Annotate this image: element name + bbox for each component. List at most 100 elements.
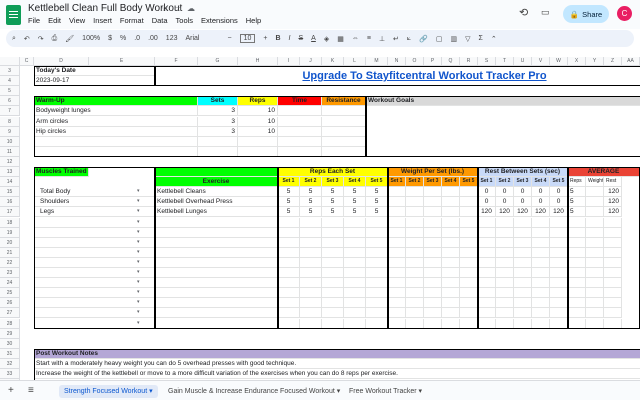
menu-format[interactable]: Format (120, 16, 144, 25)
row-header[interactable]: 11 (0, 146, 20, 157)
row-header[interactable]: 25 (0, 288, 20, 299)
paint-format-icon[interactable]: 🖌 (65, 35, 74, 43)
row-header[interactable]: 15 (0, 187, 20, 198)
percent-button[interactable]: % (120, 35, 126, 42)
column-header[interactable]: F (155, 57, 198, 66)
row-header[interactable]: 9 (0, 126, 20, 137)
column-header[interactable]: U (514, 57, 532, 66)
row-header[interactable]: 19 (0, 227, 20, 238)
menu-insert[interactable]: Insert (93, 16, 112, 25)
collapse-toolbar-icon[interactable]: ⌃ (491, 35, 497, 43)
upgrade-banner-link[interactable]: Upgrade To Stayfitcentral Workout Tracke… (155, 71, 640, 84)
italic-icon[interactable]: I (289, 35, 291, 42)
meet-icon[interactable]: ▭ (541, 7, 550, 18)
row-header[interactable]: 23 (0, 268, 20, 279)
menu-extensions[interactable]: Extensions (201, 16, 238, 25)
column-header[interactable]: C (20, 57, 34, 66)
row-header[interactable]: 26 (0, 298, 20, 309)
column-header[interactable]: W (550, 57, 568, 66)
font-select[interactable]: Arial (185, 35, 219, 42)
menu-tools[interactable]: Tools (176, 16, 194, 25)
wrap-icon[interactable]: ↵ (393, 35, 399, 43)
sheets-logo-icon[interactable] (6, 5, 21, 25)
column-header[interactable]: V (532, 57, 550, 66)
row-header[interactable]: 29 (0, 328, 20, 339)
decrease-decimal-button[interactable]: .0 (134, 35, 140, 42)
row-header[interactable]: 33 (0, 369, 20, 380)
menu-view[interactable]: View (69, 16, 85, 25)
move-folder-icon[interactable]: ▭ (174, 4, 182, 13)
function-icon[interactable]: Σ (478, 35, 482, 42)
tab-free-tracker[interactable]: Free Workout Tracker ▾ (344, 385, 427, 398)
column-header[interactable]: H (238, 57, 278, 66)
borders-icon[interactable]: ▦ (337, 35, 344, 43)
column-header[interactable]: K (322, 57, 344, 66)
font-size-decrease-icon[interactable]: − (227, 35, 231, 42)
filter-icon[interactable]: ▽ (465, 35, 470, 43)
column-header[interactable]: R (460, 57, 478, 66)
redo-icon[interactable]: ↷ (38, 35, 44, 43)
avatar[interactable]: C (617, 6, 632, 21)
row-header[interactable]: 13 (0, 167, 20, 178)
row-header[interactable]: 6 (0, 96, 20, 107)
column-header[interactable]: T (496, 57, 514, 66)
row-header[interactable]: 22 (0, 257, 20, 268)
column-header[interactable]: O (406, 57, 424, 66)
cloud-status-icon[interactable]: ☁ (187, 4, 195, 13)
row-header[interactable]: 12 (0, 156, 20, 167)
column-header[interactable]: G (198, 57, 238, 66)
fill-color-icon[interactable]: ◈ (324, 35, 329, 43)
row-header[interactable]: 31 (0, 348, 20, 359)
row-header[interactable]: 16 (0, 197, 20, 208)
tab-strength-focused[interactable]: Strength Focused Workout ▾ (59, 385, 158, 398)
column-header[interactable]: D (34, 57, 89, 66)
row-header[interactable]: 14 (0, 177, 20, 188)
row-header[interactable]: 10 (0, 136, 20, 147)
row-header[interactable]: 20 (0, 237, 20, 248)
column-header[interactable]: X (568, 57, 586, 66)
zoom-select[interactable]: 100% (82, 35, 100, 42)
column-header[interactable]: P (424, 57, 442, 66)
strikethrough-icon[interactable]: S (298, 35, 303, 42)
row-header[interactable]: 32 (0, 358, 20, 369)
row-header[interactable]: 4 (0, 76, 20, 87)
select-all-corner[interactable] (0, 57, 20, 66)
row-header[interactable]: 28 (0, 318, 20, 329)
valign-icon[interactable]: ⊥ (379, 35, 385, 43)
text-color-icon[interactable]: A (311, 35, 316, 42)
row-header[interactable]: 21 (0, 247, 20, 258)
rotate-icon[interactable]: ⟀ (407, 35, 411, 43)
all-sheets-icon[interactable]: ≡ (28, 385, 34, 396)
column-header[interactable]: Q (442, 57, 460, 66)
formula-bar[interactable] (0, 48, 640, 57)
merge-cells-icon[interactable]: ⇔ (352, 35, 359, 42)
row-header[interactable]: 7 (0, 106, 20, 117)
comment-icon[interactable]: ▢ (436, 35, 443, 43)
column-header[interactable]: Z (604, 57, 622, 66)
increase-decimal-button[interactable]: .00 (148, 35, 158, 42)
menu-data[interactable]: Data (152, 16, 168, 25)
column-header[interactable]: L (344, 57, 366, 66)
menu-help[interactable]: Help (246, 16, 261, 25)
row-header[interactable]: 8 (0, 116, 20, 127)
chart-icon[interactable]: ▥ (450, 35, 457, 43)
link-icon[interactable]: 🔗 (419, 35, 428, 43)
column-header[interactable]: I (278, 57, 300, 66)
column-header[interactable]: M (366, 57, 388, 66)
row-header[interactable]: 5 (0, 86, 20, 97)
column-header[interactable]: S (478, 57, 496, 66)
menu-file[interactable]: File (28, 16, 40, 25)
font-size-increase-icon[interactable]: + (263, 35, 267, 42)
row-header[interactable]: 27 (0, 308, 20, 319)
undo-icon[interactable]: ↶ (24, 35, 30, 43)
row-header[interactable]: 3 (0, 66, 20, 77)
bold-icon[interactable]: B (275, 35, 280, 42)
column-header[interactable]: J (300, 57, 322, 66)
align-icon[interactable]: ≡ (367, 35, 371, 42)
row-header[interactable]: 24 (0, 278, 20, 289)
row-header[interactable]: 30 (0, 338, 20, 349)
font-size-input[interactable]: 10 (239, 34, 256, 43)
number-format-button[interactable]: 123 (166, 35, 178, 42)
currency-button[interactable]: $ (108, 35, 112, 42)
search-menus-icon[interactable]: ⌕ (12, 35, 16, 43)
